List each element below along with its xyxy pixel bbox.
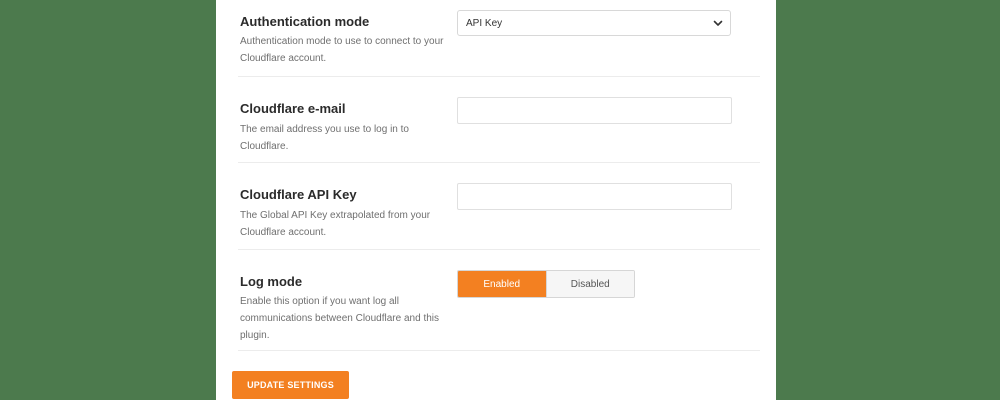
auth-mode-description: Authentication mode to use to connect to… [240, 36, 444, 64]
auth-mode-select[interactable]: API Key [457, 10, 731, 36]
api-key-description: The Global API Key extrapolated from you… [240, 210, 431, 238]
auth-mode-selected-value: API Key [466, 18, 503, 29]
log-mode-title: Log mode [240, 274, 303, 289]
email-field[interactable] [457, 97, 732, 124]
log-mode-enabled-button[interactable]: Enabled [458, 271, 546, 297]
update-settings-button[interactable]: UPDATE SETTINGS [232, 371, 349, 399]
email-description: The email address you use to log in to C… [240, 124, 409, 152]
setting-row-log-mode: Log mode Enable this option if you want … [238, 250, 760, 351]
log-mode-disabled-button[interactable]: Disabled [545, 271, 634, 297]
api-key-field[interactable] [457, 183, 732, 210]
log-mode-description: Enable this option if you want log all c… [240, 296, 439, 341]
log-mode-toggle: Enabled Disabled [457, 270, 635, 298]
chevron-down-icon [713, 20, 723, 26]
setting-row-auth-mode: Authentication mode Authentication mode … [238, 0, 760, 77]
setting-row-api-key: Cloudflare API Key The Global API Key ex… [238, 163, 760, 250]
setting-row-email: Cloudflare e-mail The email address you … [238, 77, 760, 163]
api-key-title: Cloudflare API Key [240, 187, 357, 202]
email-title: Cloudflare e-mail [240, 101, 346, 116]
settings-panel: Authentication mode Authentication mode … [216, 0, 776, 400]
auth-mode-title: Authentication mode [240, 14, 370, 29]
